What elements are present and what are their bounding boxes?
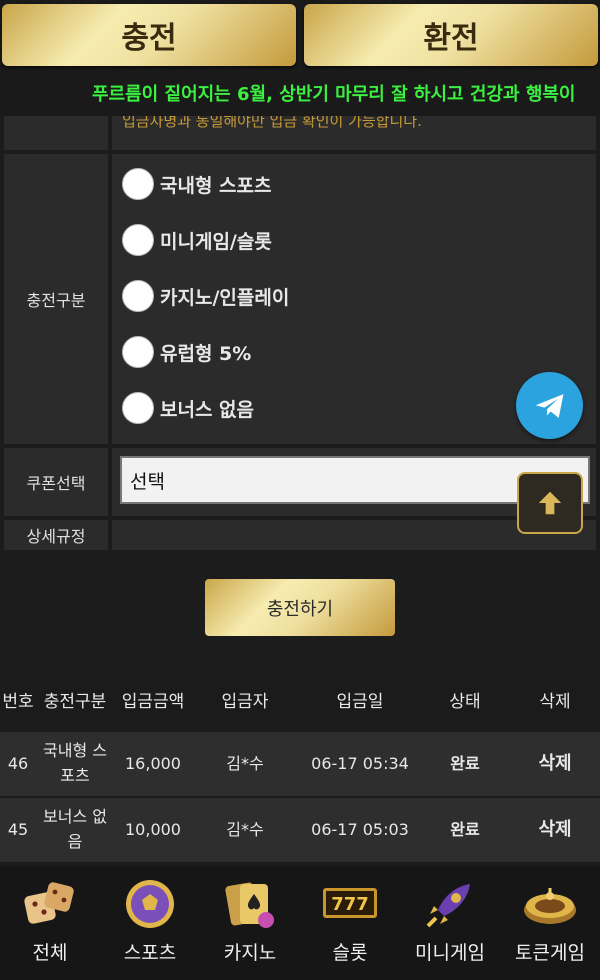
nav-label: 토큰게임 — [515, 942, 585, 964]
exchange-tab-button[interactable]: 환전 — [304, 4, 598, 66]
svg-text:777: 777 — [331, 894, 369, 915]
header-delete: 삭제 — [539, 691, 571, 712]
cell-status: 완료 — [450, 753, 480, 773]
delete-button[interactable]: 삭제 — [515, 798, 595, 862]
notice-marquee: 푸르름이 짙어지는 6월, 상반기 마무리 잘 하시고 건강과 행복이 — [0, 70, 600, 116]
cell-type-line2: 포츠 — [60, 766, 90, 785]
radio-label: 보너스 없음 — [160, 398, 255, 421]
telegram-button[interactable] — [516, 372, 583, 439]
nav-label: 전체 — [32, 942, 68, 964]
nav-label: 슬롯 — [332, 942, 368, 964]
radio-option-casino-inplay[interactable]: 카지노/인플레이 — [122, 276, 289, 316]
table-row: 46 국내형 스 포츠 16,000 김*수 06-17 05:34 완료 삭제 — [0, 732, 600, 796]
header-date: 입금일 — [336, 691, 384, 712]
nav-label: 카지노 — [223, 942, 277, 964]
cell-status: 완료 — [450, 819, 480, 839]
notice-value-cell: 입금자명과 동일해야만 입금 확인이 가능합니다. — [112, 116, 596, 150]
nav-item-slot[interactable]: 777 슬롯 — [300, 866, 400, 980]
cell-type: 국내형 스 포츠 — [38, 732, 112, 796]
charge-type-row: 충전구분 국내형 스포츠 미니게임/슬롯 카지노/인플레이 유럽형 5% 보너스… — [4, 154, 596, 444]
header-amount: 입금금액 — [121, 691, 185, 712]
coupon-row: 쿠폰선택 선택 — [4, 448, 596, 516]
radio-label: 유럽형 5% — [160, 342, 252, 365]
arrow-up-icon — [538, 491, 562, 515]
radio-option-no-bonus[interactable]: 보너스 없음 — [122, 388, 254, 428]
nav-item-minigame[interactable]: 미니게임 — [400, 866, 500, 980]
nav-item-all[interactable]: 전체 — [0, 866, 100, 980]
cell-type: 보너스 없 음 — [38, 798, 112, 862]
header-status: 상태 — [449, 691, 481, 712]
slot-777-icon: 777 — [323, 888, 377, 918]
coupon-label: 쿠폰선택 — [4, 448, 108, 516]
scroll-top-button[interactable] — [517, 472, 583, 534]
table-header: 번호 충전구분 입금금액 입금자 입금일 상태 삭제 — [0, 670, 600, 728]
radio-button[interactable] — [122, 280, 154, 312]
cell-type-line2: 음 — [67, 832, 83, 851]
delete-button[interactable]: 삭제 — [515, 732, 595, 796]
radio-label: 국내형 스포츠 — [160, 174, 272, 197]
header-depositor: 입금자 — [221, 691, 269, 712]
dice-icon — [24, 882, 74, 924]
nav-label: 미니게임 — [415, 942, 485, 964]
radio-button[interactable] — [122, 168, 154, 200]
radio-label: 미니게임/슬롯 — [160, 230, 272, 253]
header-type: 충전구분 — [43, 691, 107, 712]
cell-depositor: 김*수 — [226, 819, 264, 839]
top-bar: 충전 환전 — [0, 0, 600, 70]
radio-option-domestic-sports[interactable]: 국내형 스포츠 — [122, 164, 272, 204]
cell-date: 06-17 05:34 — [311, 753, 409, 773]
cell-type-line1: 보너스 없 — [43, 807, 107, 827]
cards-icon — [225, 882, 274, 928]
rules-row: 상세규정 — [4, 520, 596, 550]
cell-no: 46 — [7, 753, 29, 773]
charge-tab-button[interactable]: 충전 — [2, 4, 296, 66]
cell-date: 06-17 05:03 — [311, 819, 409, 839]
header-no: 번호 — [2, 691, 34, 712]
cell-amount: 16,000 — [125, 753, 181, 773]
notice-text: 입금자명과 동일해야만 입금 확인이 가능합니다. — [122, 116, 422, 130]
telegram-icon — [535, 393, 563, 418]
nav-item-casino[interactable]: 카지노 — [200, 866, 300, 980]
radio-option-european[interactable]: 유럽형 5% — [122, 332, 251, 372]
notice-row: 입금자명과 동일해야만 입금 확인이 가능합니다. — [4, 116, 596, 150]
charge-type-label: 충전구분 — [4, 154, 108, 444]
roulette-icon — [524, 888, 576, 924]
table-row: 45 보너스 없 음 10,000 김*수 06-17 05:03 완료 삭제 — [0, 798, 600, 862]
radio-button[interactable] — [122, 392, 154, 424]
radio-option-minigame-slot[interactable]: 미니게임/슬롯 — [122, 220, 272, 260]
radio-label: 카지노/인플레이 — [160, 286, 290, 309]
cell-type-line1: 국내형 스 — [43, 741, 107, 761]
cell-no: 45 — [7, 819, 29, 839]
nav-item-sports[interactable]: 스포츠 — [100, 866, 200, 980]
radio-button[interactable] — [122, 224, 154, 256]
nav-label: 스포츠 — [123, 942, 177, 964]
soccer-ball-icon — [126, 880, 174, 928]
bottom-nav: 전체 스포츠 카지노 777 슬롯 미니게임 토큰게임 — [0, 866, 600, 980]
marquee-text: 푸르름이 짙어지는 6월, 상반기 마무리 잘 하시고 건강과 행복이 — [92, 84, 576, 105]
charge-submit-button[interactable]: 충전하기 — [205, 579, 395, 636]
nav-item-token-game[interactable]: 토큰게임 — [500, 866, 600, 980]
rocket-icon — [426, 884, 470, 928]
cell-depositor: 김*수 — [226, 753, 264, 773]
cell-amount: 10,000 — [125, 819, 181, 839]
radio-button[interactable] — [122, 336, 154, 368]
rules-label: 상세규정 — [4, 520, 108, 550]
notice-label-cell — [4, 116, 108, 150]
